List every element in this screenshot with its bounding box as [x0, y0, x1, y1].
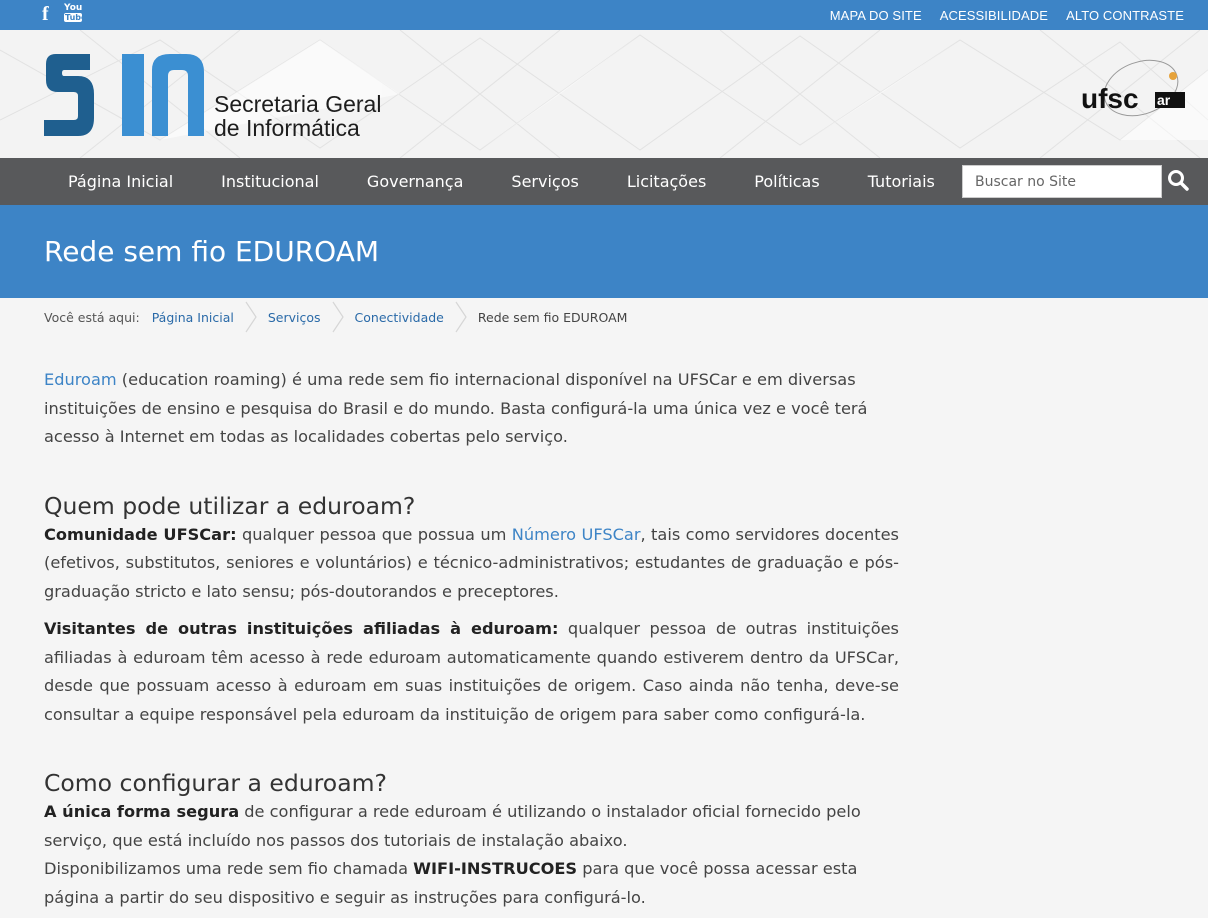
search-input[interactable]	[962, 165, 1162, 198]
how-wifi-network-name: WIFI-INSTRUCOES	[413, 859, 578, 878]
nav-item-servicos[interactable]: Serviços	[487, 158, 602, 205]
logo-line-1: Secretaria Geral	[214, 91, 382, 117]
intro-text: (education roaming) é uma rede sem fio i…	[44, 370, 868, 446]
svg-text:ar: ar	[1157, 92, 1171, 108]
who-visitors-label: Visitantes de outras instituições afilia…	[44, 619, 559, 638]
social-links: f You Tube	[42, 3, 87, 25]
nav-item-governanca[interactable]: Governança	[343, 158, 487, 205]
search-icon[interactable]	[1166, 168, 1190, 194]
breadcrumb: Você está aqui: Página Inicial Serviços …	[44, 298, 627, 336]
breadcrumb-separator-icon	[332, 301, 344, 333]
site-map-link[interactable]: MAPA DO SITE	[830, 8, 922, 23]
breadcrumb-separator-icon	[245, 301, 257, 333]
youtube-icon-top-text: You	[64, 3, 83, 13]
breadcrumb-current: Rede sem fio EDUROAM	[477, 309, 628, 325]
nav-item-politicas[interactable]: Políticas	[730, 158, 843, 205]
how-wifi-text-pre: Disponibilizamos uma rede sem fio chamad…	[44, 859, 414, 878]
sgi-logo-text[interactable]: Secretaria Geral de Informática	[214, 92, 381, 140]
breadcrumb-item: Página Inicial	[152, 298, 268, 336]
eduroam-link[interactable]: Eduroam	[44, 370, 117, 389]
breadcrumb-link-servicos[interactable]: Serviços	[268, 310, 321, 325]
breadcrumb-link-pagina-inicial[interactable]: Página Inicial	[152, 310, 234, 325]
facebook-icon[interactable]: f	[42, 4, 56, 24]
nav-item-pagina-inicial[interactable]: Página Inicial	[44, 158, 197, 205]
page-title: Rede sem fio EDUROAM	[44, 235, 380, 268]
high-contrast-link[interactable]: ALTO CONTRASTE	[1066, 8, 1184, 23]
sin-logo[interactable]	[42, 52, 207, 138]
heading-who-can-use: Quem pode utilizar a eduroam?	[44, 491, 416, 520]
page-title-band: Rede sem fio EDUROAM	[0, 205, 1208, 298]
how-secure-label: A única forma segura	[44, 802, 240, 821]
breadcrumb-item: Conectividade	[355, 298, 478, 336]
ufscar-logo[interactable]: ufsc ar	[1081, 58, 1186, 118]
who-paragraph-visitors: Visitantes de outras instituições afilia…	[44, 615, 899, 729]
top-links: MAPA DO SITE ACESSIBILIDADE ALTO CONTRAS…	[830, 0, 1184, 30]
how-paragraph-wifi: Disponibilizamos uma rede sem fio chamad…	[44, 855, 899, 912]
svg-text:ufsc: ufsc	[1081, 83, 1139, 114]
how-paragraph-secure: A única forma segura de configurar a red…	[44, 798, 899, 855]
who-community-label: Comunidade UFSCar:	[44, 524, 237, 544]
nav-item-tutoriais[interactable]: Tutoriais	[844, 158, 959, 205]
nav-items: Página Inicial Institucional Governança …	[44, 158, 959, 205]
breadcrumb-link-conectividade[interactable]: Conectividade	[355, 310, 444, 325]
main-nav: Página Inicial Institucional Governança …	[0, 158, 1208, 205]
who-community-text-pre: qualquer pessoa que possua um	[236, 524, 512, 544]
who-paragraph-community: Comunidade UFSCar: qualquer pessoa que p…	[44, 521, 899, 607]
site-header: Secretaria Geral de Informática ufsc ar	[0, 30, 1208, 158]
nav-item-licitacoes[interactable]: Licitações	[603, 158, 730, 205]
breadcrumb-separator-icon	[455, 301, 467, 333]
logo-line-2: de Informática	[214, 115, 360, 141]
heading-how-to-configure: Como configurar a eduroam?	[44, 769, 387, 797]
youtube-icon-bottom-text: Tube	[64, 13, 87, 22]
main-content: Eduroam (education roaming) é uma rede s…	[44, 366, 899, 912]
top-bar: f You Tube MAPA DO SITE ACESSIBILIDADE A…	[0, 0, 1208, 30]
breadcrumb-item: Serviços	[268, 298, 355, 336]
numero-ufscar-link[interactable]: Número UFSCar	[512, 525, 641, 544]
accessibility-link[interactable]: ACESSIBILIDADE	[940, 8, 1048, 23]
youtube-icon[interactable]: You Tube	[64, 3, 87, 24]
intro-paragraph: Eduroam (education roaming) é uma rede s…	[44, 366, 899, 452]
nav-item-institucional[interactable]: Institucional	[197, 158, 343, 205]
breadcrumb-label: Você está aqui:	[44, 309, 140, 325]
